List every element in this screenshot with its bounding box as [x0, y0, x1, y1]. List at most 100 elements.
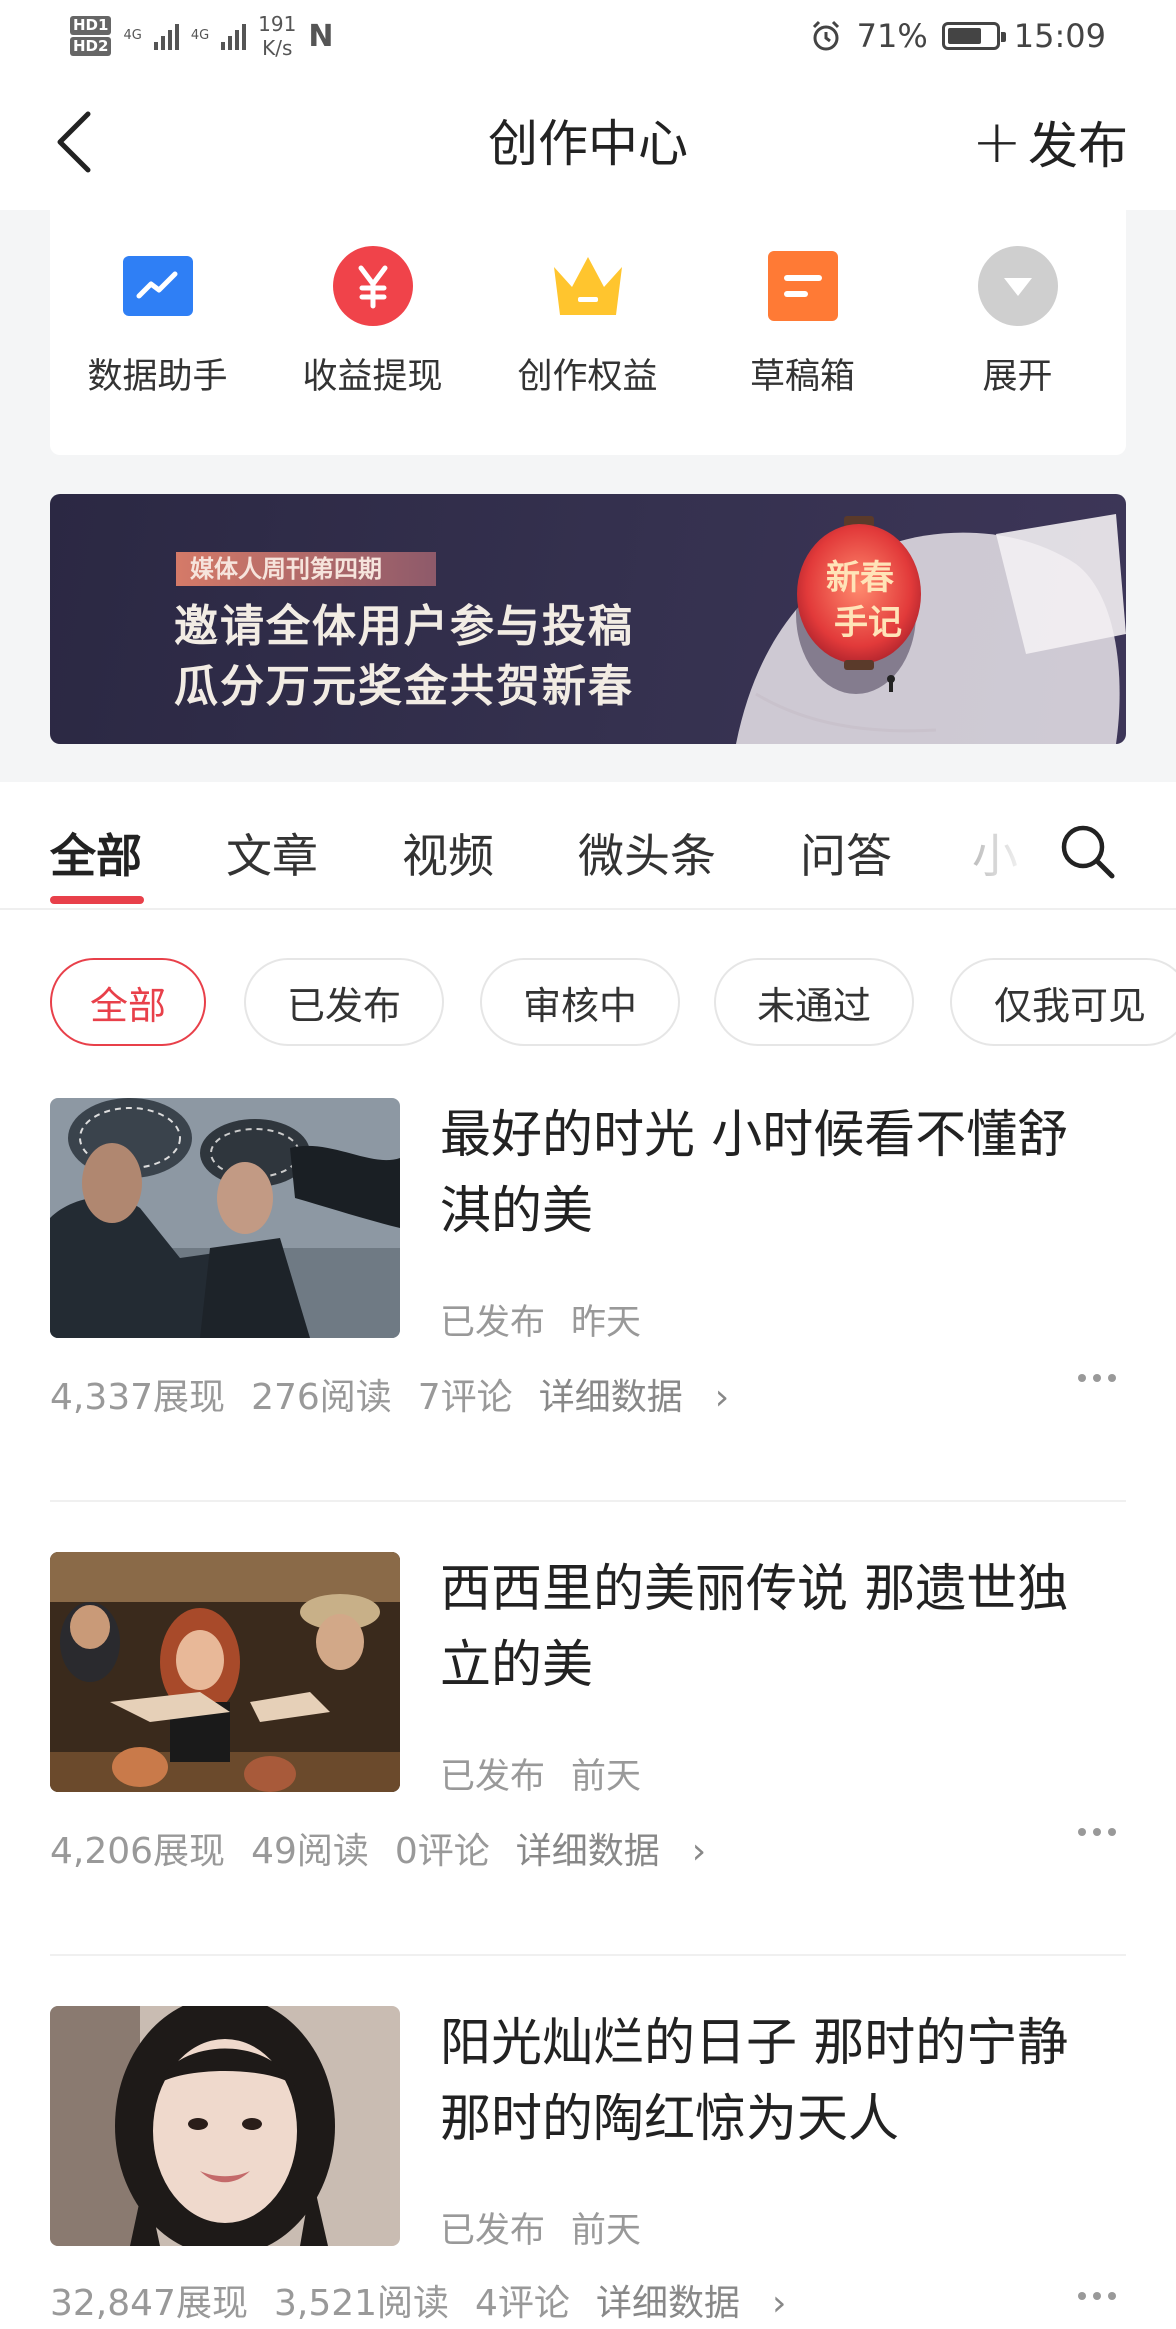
search-button[interactable] [1058, 822, 1118, 882]
dot-icon [1093, 2292, 1101, 2300]
more-options-button[interactable] [1078, 1828, 1116, 1836]
tool-label: 展开 [982, 357, 1053, 397]
filter-all[interactable]: 全部 [50, 958, 206, 1046]
promo-banner[interactable]: 媒体人周刊第四期 邀请全体用户参与投稿 瓜分万元奖金共贺新春 新春 手记 [50, 494, 1126, 744]
dot-icon [1093, 1828, 1101, 1836]
detail-label: 详细数据 [538, 1377, 683, 1418]
article-meta: 已发布 前天 [440, 1748, 641, 1799]
chevron-right-icon: › [771, 2283, 787, 2324]
chevron-right-icon: › [714, 1377, 730, 1418]
hd2-badge: HD2 [70, 37, 112, 56]
dot-icon [1093, 1374, 1101, 1382]
article-comments: 7评论 [417, 1377, 513, 1418]
article-detail-link[interactable]: 详细数据 › [596, 2274, 812, 2326]
publish-button[interactable]: + 发布 [972, 106, 1128, 178]
thumbnail-image [50, 1098, 400, 1338]
article-stats: 4,337展现 276阅读 7评论 详细数据 › [50, 1368, 755, 1420]
article-thumbnail[interactable] [50, 1552, 400, 1792]
signal-bars-1-icon [153, 22, 179, 50]
active-tab-indicator [50, 896, 144, 904]
banner-art-text-1: 新春 [826, 558, 894, 598]
clock: 15:09 [1013, 17, 1106, 55]
tool-earnings-withdraw[interactable]: 收益提现 [265, 210, 480, 455]
yuan-icon [332, 246, 413, 326]
status-bar: HD1 HD2 4G 4G 191 K/s N 71% 15:09 [0, 0, 1176, 72]
article-detail-link[interactable]: 详细数据 › [516, 1822, 732, 1874]
dot-icon [1108, 2292, 1116, 2300]
alarm-icon [812, 20, 839, 51]
tool-creator-benefits[interactable]: 创作权益 [480, 210, 695, 455]
filter-published[interactable]: 已发布 [244, 958, 444, 1046]
tools-card: 数据助手 收益提现 创作权益 草稿箱 展开 [50, 210, 1126, 455]
article-stats: 32,847展现 3,521阅读 4评论 详细数据 › [50, 2274, 812, 2326]
tab-micro-posts[interactable]: 微头条 [578, 820, 716, 886]
more-options-button[interactable] [1078, 1374, 1116, 1382]
article-item[interactable]: 最好的时光 小时候看不懂舒淇的美 已发布 昨天 4,337展现 276阅读 7评论… [0, 1098, 1176, 1508]
filter-rejected[interactable]: 未通过 [714, 958, 914, 1046]
more-options-button[interactable] [1078, 2292, 1116, 2300]
tool-data-assistant[interactable]: 数据助手 [50, 210, 265, 455]
article-reads: 3,521阅读 [273, 2283, 450, 2324]
banner-art-text-2: 手记 [834, 603, 902, 643]
tab-videos[interactable]: 视频 [402, 820, 494, 886]
filter-under-review[interactable]: 审核中 [480, 958, 680, 1046]
dot-icon [1078, 1374, 1086, 1382]
battery-icon [941, 22, 1006, 50]
status-bar-left: HD1 HD2 4G 4G 191 K/s N [70, 6, 333, 66]
article-views: 4,337展现 [50, 1377, 226, 1418]
tool-label: 数据助手 [87, 357, 228, 397]
article-thumbnail[interactable] [50, 1098, 400, 1338]
chart-icon [118, 246, 198, 326]
tab-fade [970, 812, 1060, 892]
banner-lantern-illustration: 新春 手记 [736, 514, 1126, 744]
header-section: 数据助手 收益提现 创作权益 草稿箱 展开 媒体人周刊第四期 邀请全体用户参与投… [0, 210, 1176, 782]
expand-icon [977, 246, 1058, 326]
article-status: 已发布 [440, 2211, 546, 2251]
article-comments: 0评论 [394, 1831, 490, 1872]
dot-icon [1078, 2292, 1086, 2300]
article-views: 32,847展现 [50, 2283, 248, 2324]
tab-articles[interactable]: 文章 [226, 820, 318, 886]
nfc-icon: N [308, 18, 334, 54]
article-detail-link[interactable]: 详细数据 › [539, 1368, 755, 1420]
article-item[interactable]: 阳光灿烂的日子 那时的宁静 那时的陶红惊为天人 已发布 前天 32,847展现 3… [0, 2006, 1176, 2329]
article-thumbnail[interactable] [50, 2006, 400, 2246]
thumbnail-image [50, 1552, 400, 1792]
article-item[interactable]: 西西里的美丽传说 那遗世独立的美 已发布 前天 4,206展现 49阅读 0评论 … [0, 1552, 1176, 1962]
article-status: 已发布 [440, 1757, 546, 1797]
status-filters: 全部 已发布 审核中 未通过 仅我可见 [0, 958, 1176, 1048]
status-bar-right: 71% 15:09 [809, 14, 1106, 58]
article-title[interactable]: 阳光灿烂的日子 那时的宁静 那时的陶红惊为天人 [440, 2006, 1110, 2158]
network-type-2: 4G [190, 28, 210, 43]
banner-tag: 媒体人周刊第四期 [176, 552, 436, 586]
filter-private[interactable]: 仅我可见 [950, 958, 1176, 1046]
divider [50, 1954, 1126, 1956]
signal-2: 4G [191, 28, 209, 44]
article-title[interactable]: 最好的时光 小时候看不懂舒淇的美 [440, 1098, 1110, 1250]
nav-bar: 创作中心 + 发布 [0, 72, 1176, 210]
article-date: 昨天 [571, 1303, 642, 1343]
dot-icon [1108, 1828, 1116, 1836]
crown-icon [548, 246, 628, 326]
article-comments: 4评论 [475, 2283, 570, 2324]
battery-fill [947, 28, 981, 44]
article-views: 4,206展现 [50, 1831, 226, 1872]
content-tabs: 全部 文章 视频 微头条 问答 小 [0, 782, 1176, 910]
tool-label: 创作权益 [517, 357, 658, 397]
signal-1: 4G [123, 28, 141, 44]
article-reads: 276阅读 [251, 1377, 392, 1418]
hd-indicator: HD1 HD2 [70, 16, 112, 56]
article-status: 已发布 [440, 1303, 546, 1343]
banner-line-1: 邀请全体用户参与投稿 [174, 601, 634, 652]
tool-expand[interactable]: 展开 [910, 210, 1125, 455]
tab-qa[interactable]: 问答 [800, 820, 892, 886]
thumbnail-image [50, 2006, 400, 2246]
article-reads: 49阅读 [251, 1831, 369, 1872]
draft-icon [763, 246, 843, 326]
tool-drafts[interactable]: 草稿箱 [695, 210, 910, 455]
network-type-1: 4G [123, 28, 142, 43]
tab-all[interactable]: 全部 [50, 820, 142, 886]
article-title[interactable]: 西西里的美丽传说 那遗世独立的美 [440, 1552, 1110, 1704]
network-speed: 191 K/s [258, 12, 296, 60]
dot-icon [1078, 1828, 1086, 1836]
